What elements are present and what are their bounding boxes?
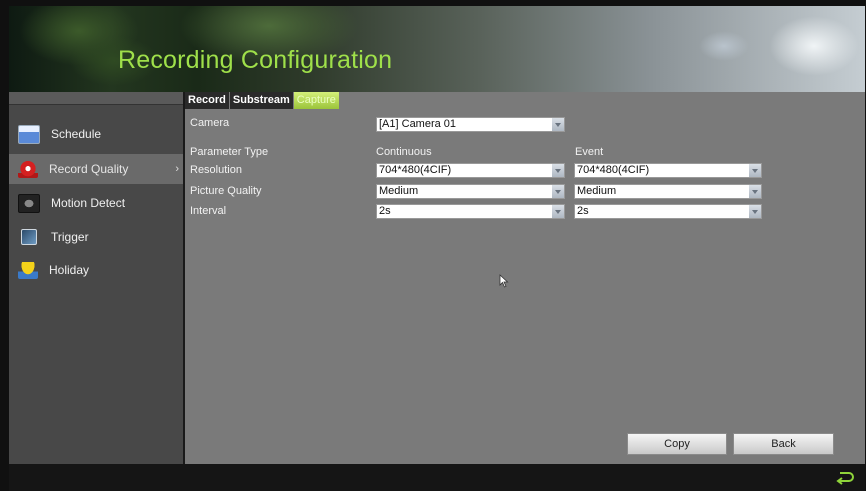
tab-capture[interactable]: Capture [293, 92, 339, 109]
sidebar-item-motion-detect[interactable]: Motion Detect [9, 188, 183, 218]
camera-select-value: [A1] Camera 01 [379, 118, 457, 130]
page-title: Recording Configuration [118, 46, 393, 74]
interval-event-select[interactable]: 2s [574, 204, 762, 219]
resolution-event-select[interactable]: 704*480(4CIF) [574, 163, 762, 178]
sidebar-item-label: Trigger [51, 230, 89, 244]
calendar-icon [18, 124, 40, 144]
quality-continuous-value: Medium [379, 185, 419, 197]
picture-quality-label: Picture Quality [190, 185, 262, 197]
camera-label: Camera [190, 117, 230, 129]
sidebar-item-trigger[interactable]: Trigger [9, 222, 183, 252]
tab-substream[interactable]: Substream [229, 92, 293, 109]
return-arrow-icon[interactable] [836, 470, 854, 486]
quality-event-select[interactable]: Medium [574, 184, 762, 199]
motion-icon [18, 193, 40, 213]
light-flare [769, 16, 859, 76]
sidebar-item-label: Holiday [49, 263, 90, 277]
sidebar-item-holiday[interactable]: Holiday [9, 255, 183, 285]
event-column-header: Event [575, 146, 604, 158]
sidebar-item-record-quality[interactable]: Record Quality › [9, 154, 183, 184]
tab-bar: Record Substream Capture [185, 92, 340, 109]
interval-event-value: 2s [577, 205, 589, 217]
sidebar-item-label: Record Quality [49, 162, 129, 176]
parameter-type-label: Parameter Type [190, 146, 269, 158]
resolution-event-value: 704*480(4CIF) [577, 164, 650, 176]
main-panel [185, 92, 865, 464]
light-flare [699, 31, 749, 61]
resolution-continuous-select[interactable]: 704*480(4CIF) [376, 163, 565, 178]
sidebar: Schedule Record Quality › Motion Detect … [9, 92, 185, 464]
continuous-column-header: Continuous [376, 146, 432, 158]
mouse-cursor-icon [499, 274, 509, 288]
copy-button[interactable]: Copy [627, 433, 727, 455]
chevron-down-icon [552, 185, 564, 198]
interval-label: Interval [190, 205, 227, 217]
sidebar-item-label: Schedule [51, 127, 102, 141]
resolution-label: Resolution [190, 164, 242, 176]
chevron-down-icon [749, 185, 761, 198]
camera-select[interactable]: [A1] Camera 01 [376, 117, 565, 132]
sidebar-header-bar [9, 92, 183, 105]
quality-event-value: Medium [577, 185, 617, 197]
sidebar-item-label: Motion Detect [51, 196, 126, 210]
chevron-down-icon [749, 205, 761, 218]
interval-continuous-select[interactable]: 2s [376, 204, 565, 219]
chevron-down-icon [552, 205, 564, 218]
chevron-down-icon [749, 164, 761, 177]
sidebar-item-schedule[interactable]: Schedule [9, 119, 183, 149]
back-button[interactable]: Back [733, 433, 834, 455]
bottom-bar [9, 464, 865, 491]
interval-continuous-value: 2s [379, 205, 391, 217]
chevron-right-icon: › [175, 163, 179, 175]
chevron-down-icon [552, 118, 564, 131]
trigger-icon [21, 229, 37, 245]
resolution-continuous-value: 704*480(4CIF) [379, 164, 452, 176]
quality-continuous-select[interactable]: Medium [376, 184, 565, 199]
chevron-down-icon [552, 164, 564, 177]
holiday-icon [18, 261, 38, 279]
record-icon [18, 160, 38, 178]
tab-record[interactable]: Record [185, 92, 229, 109]
